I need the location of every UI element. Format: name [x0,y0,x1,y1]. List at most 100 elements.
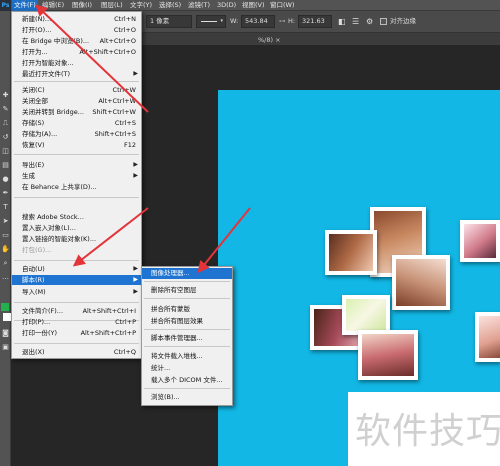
brush-icon[interactable]: ✎ [1,105,10,114]
menu-item-place-embedded[interactable]: 置入嵌入对象(L)... [12,223,141,233]
submenu-arrow-icon: ▶ [133,70,138,77]
menu-item-file-info[interactable]: 文件简介(F)... Alt+Shift+Ctrl+I [12,306,141,316]
w-label: W: [230,17,239,25]
menu-view[interactable]: 视图(V) [240,0,267,11]
height-input[interactable]: 321.63 [298,15,332,28]
menu-item-save-as[interactable]: 存储为(A)... Shift+Ctrl+S [12,129,141,139]
menu-item-import[interactable]: 导入(M) ▶ [12,287,141,297]
menu-filter[interactable]: 滤镜(T) [186,0,212,11]
align-edges-checkbox[interactable] [380,18,387,25]
document-tab[interactable]: %/8) × [258,36,281,44]
menu-item-print-one[interactable]: 打印一份(Y) Alt+Shift+Ctrl+P [12,328,141,338]
menu-separator [144,281,230,282]
background-color-swatch[interactable] [3,313,11,321]
menu-item-exit[interactable]: 退出(X) Ctrl+Q [12,347,141,357]
width-input[interactable]: 543.84 [241,15,275,28]
menu-layer[interactable]: 图层(L) [99,0,125,11]
menu-item-load-dicom[interactable]: 载入多个 DICOM 文件... [142,375,232,386]
menu-item-search-stock[interactable]: 搜索 Adobe Stock... [12,212,141,222]
menu-item-recent-files[interactable]: 最近打开文件(T) ▶ [12,69,141,79]
menu-file[interactable]: 文件(F) [12,0,38,11]
menu-item-open[interactable]: 打开(O)... Ctrl+O [12,25,141,35]
more-tools-icon[interactable]: … [1,273,10,282]
stroke-line-icon [201,21,217,22]
menu-item-export[interactable]: 导出(E) ▶ [12,160,141,170]
menu-item-close-all[interactable]: 关闭全部 Alt+Ctrl+W [12,96,141,106]
path-alignment-icon[interactable]: ☰ [352,15,359,28]
path-operations-icon[interactable]: ◧ [338,15,346,28]
chevron-down-icon: ▾ [220,18,223,24]
menu-item-close[interactable]: 关闭(C) Ctrl+W [12,85,141,95]
stroke-width-select[interactable]: 1 像素 [146,15,192,28]
submenu-arrow-icon: ▶ [133,276,138,283]
menu-item-flatten-layer-effects[interactable]: 拼合所有图层效果 [142,316,232,327]
history-brush-icon[interactable]: ↺ [1,133,10,142]
menu-image[interactable]: 图像(I) [70,0,94,11]
h-label: H: [288,17,296,25]
menu-separator [144,346,230,347]
submenu-arrow-icon: ▶ [133,265,138,272]
menu-item-delete-empty-layers[interactable]: 删除所有空图层 [142,285,232,296]
photo-thumbnail [475,312,500,362]
menu-item-browse[interactable]: 浏览(B)... [142,392,232,403]
menu-item-share-behance[interactable]: 在 Behance 上共享(D)... [12,182,141,192]
menu-item-statistics[interactable]: 统计... [142,363,232,374]
menu-item-package: 打包(G)... [22,246,52,254]
menu-item-browse-bridge[interactable]: 在 Bridge 中浏览(B)... Alt+Ctrl+O [12,36,141,46]
zoom-icon[interactable]: ⌕ [1,259,10,268]
file-menu-dropdown: 新建(N)... Ctrl+N 打开(O)... Ctrl+O 在 Bridge 中… [11,11,142,359]
menu-item-generate[interactable]: 生成 ▶ [12,171,141,181]
photo-thumbnail [325,230,377,275]
menu-item-place-linked[interactable]: 置入链接的智能对象(K)... [12,234,141,244]
menu-separator [14,302,139,303]
type-icon[interactable]: T [1,203,10,212]
blur-icon[interactable]: ● [1,175,10,184]
menu-3d[interactable]: 3D(D) [215,0,238,11]
clone-stamp-icon[interactable]: ⎍ [1,119,10,128]
menu-item-load-files-stack[interactable]: 将文件载入堆栈... [142,351,232,362]
eraser-icon[interactable]: ◫ [1,147,10,156]
stroke-style-select[interactable]: ▾ [196,15,226,28]
menu-item-script-events-manager[interactable]: 脚本事件管理器... [142,333,232,344]
menu-edit[interactable]: 编辑(E) [40,0,66,11]
menu-item-revert[interactable]: 恢复(V) F12 [12,140,141,150]
menu-select[interactable]: 选择(S) [157,0,183,11]
watermark-text: 软件技巧 [355,411,500,452]
settings-gear-icon[interactable]: ⚙ [366,15,373,28]
menu-item-close-go-bridge[interactable]: 关闭并转到 Bridge... Shift+Ctrl+W [12,107,141,117]
menu-type[interactable]: 文字(Y) [128,0,154,11]
menu-separator [144,329,230,330]
healing-brush-icon[interactable]: ✚ [1,91,10,100]
document-tab-bar [142,33,500,45]
shape-icon[interactable]: ▭ [1,231,10,240]
options-bar: 1 像素 ▾ W: 543.84 ⊶ H: 321.63 ◧ ☰ ⚙ 对齐边缘 [142,11,500,33]
menu-separator [144,388,230,389]
hand-icon[interactable]: ✋ [1,245,10,254]
submenu-arrow-icon: ▶ [133,172,138,179]
menu-separator [14,154,139,155]
scripts-submenu: 图像处理器... 删除所有空图层 拼合所有蒙版 拼合所有图层效果 脚本事件管理器… [141,266,233,406]
menu-item-scripts[interactable]: 脚本(R) ▶ [12,275,141,285]
foreground-color-swatch[interactable] [1,303,9,311]
menu-item-new[interactable]: 新建(N)... Ctrl+N [12,14,141,24]
menu-item-save[interactable]: 存储(S) Ctrl+S [12,118,141,128]
quick-mask-icon[interactable]: ◙ [1,329,10,338]
menu-separator [14,343,139,344]
menu-item-open-smart-object[interactable]: 打开为智能对象... [12,58,141,68]
menu-window[interactable]: 窗口(W) [268,0,297,11]
menu-item-open-as[interactable]: 打开为... Alt+Shift+Ctrl+O [12,47,141,57]
screen-mode-icon[interactable]: ▣ [1,343,10,352]
photo-thumbnail [358,330,418,380]
menu-separator [14,197,139,198]
menu-item-image-processor[interactable]: 图像处理器... [142,268,232,279]
menu-bar: Ps 文件(F) 编辑(E) 图像(I) 图层(L) 文字(Y) 选择(S) 滤… [0,0,500,11]
gradient-icon[interactable]: ▤ [1,161,10,170]
link-icon[interactable]: ⊶ [279,15,286,28]
photo-thumbnail [342,295,390,335]
menu-item-print[interactable]: 打印(P)... Ctrl+P [12,317,141,327]
pen-icon[interactable]: ✒ [1,189,10,198]
menu-item-automate[interactable]: 自动(U) ▶ [12,264,141,274]
photoshop-logo: Ps [0,0,11,11]
menu-item-flatten-masks[interactable]: 拼合所有蒙版 [142,304,232,315]
path-selection-icon[interactable]: ➤ [1,217,10,226]
